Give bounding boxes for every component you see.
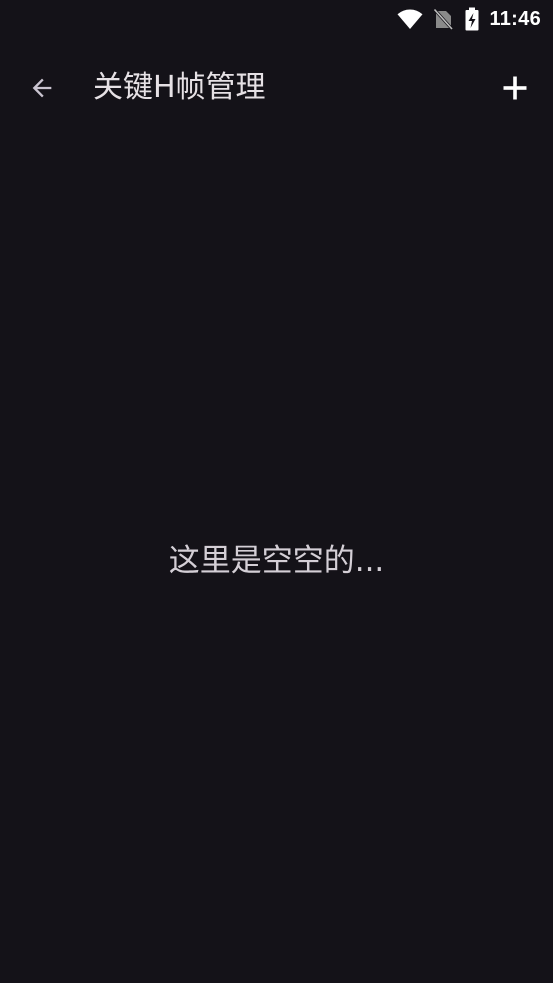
- arrow-back-icon: [28, 74, 56, 102]
- back-button[interactable]: [18, 64, 66, 112]
- empty-state-message: 这里是空空的...: [168, 543, 385, 579]
- status-time: 11:46: [489, 7, 541, 30]
- wifi-icon: [396, 7, 424, 31]
- no-sim-icon: [432, 7, 454, 31]
- status-bar: 11:46: [0, 0, 553, 38]
- plus-icon: [502, 75, 528, 101]
- page-title: 关键H帧管理: [93, 70, 266, 105]
- battery-charging-icon: [464, 7, 480, 31]
- screen: 11:46 关键H帧管理 这里是空空的...: [0, 0, 553, 983]
- status-icons: 11:46: [396, 6, 541, 32]
- app-bar: 关键H帧管理: [0, 52, 553, 124]
- add-button[interactable]: [491, 64, 539, 112]
